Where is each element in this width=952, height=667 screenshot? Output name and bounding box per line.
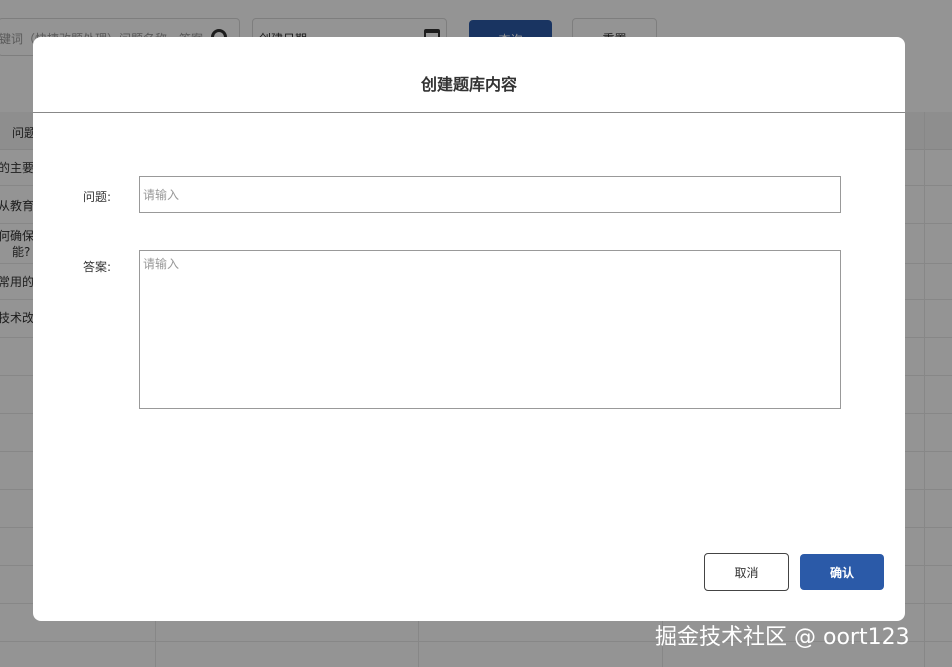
create-question-dialog: 创建题库内容 问题: 答案: 取消 确认 — [33, 37, 905, 621]
cancel-button[interactable]: 取消 — [704, 553, 789, 591]
dialog-title: 创建题库内容 — [420, 75, 517, 94]
question-input[interactable] — [139, 176, 841, 213]
confirm-button[interactable]: 确认 — [800, 554, 884, 590]
watermark-text: 掘金技术社区 @ oort123 — [655, 625, 910, 650]
answer-textarea[interactable] — [139, 250, 841, 409]
question-label: 问题: — [83, 190, 112, 204]
dialog-header: 创建题库内容 — [33, 37, 905, 113]
answer-label: 答案: — [83, 260, 112, 274]
